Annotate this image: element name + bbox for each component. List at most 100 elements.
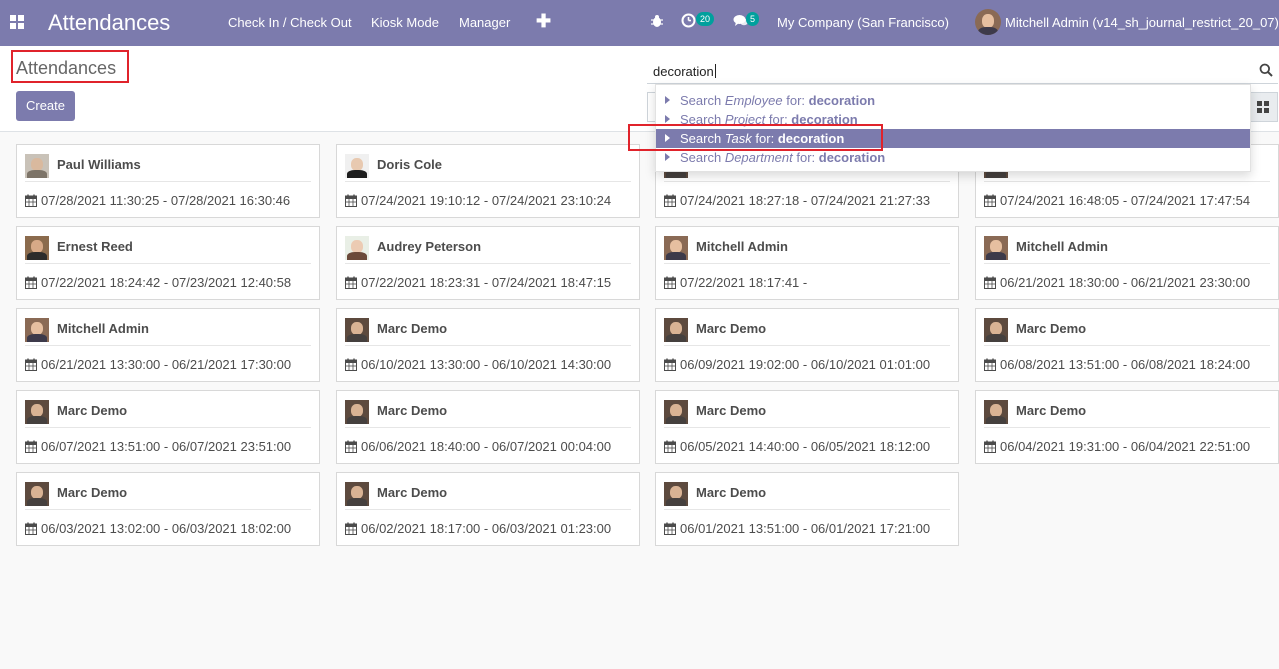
- attendance-card[interactable]: Marc Demo 06/08/2021 13:51:00 - 06/08/202…: [975, 308, 1279, 382]
- employee-name: Marc Demo: [696, 403, 767, 418]
- activity-count-badge: 20: [696, 12, 715, 26]
- menu-manager[interactable]: Manager: [459, 15, 510, 30]
- company-switcher[interactable]: My Company (San Francisco): [777, 15, 949, 30]
- employee-name: Mitchell Admin: [696, 239, 788, 254]
- user-menu[interactable]: Mitchell Admin (v14_sh_journal_restrict_…: [1005, 15, 1279, 30]
- title-highlight-box: [11, 50, 129, 83]
- calendar-icon: [345, 194, 357, 210]
- attendance-dates: 06/02/2021 18:17:00 - 06/03/2021 01:23:0…: [361, 521, 612, 536]
- employee-name: Mitchell Admin: [57, 321, 149, 336]
- calendar-icon: [345, 440, 357, 456]
- debug-bug-icon[interactable]: [650, 14, 664, 31]
- message-count-badge: 5: [746, 12, 760, 26]
- attendance-dates: 06/10/2021 13:30:00 - 06/10/2021 14:30:0…: [361, 357, 612, 372]
- card-divider: [345, 509, 631, 510]
- employee-name: Marc Demo: [57, 403, 128, 418]
- card-divider: [25, 427, 311, 428]
- card-divider: [345, 427, 631, 428]
- employee-avatar: [664, 400, 688, 424]
- calendar-icon: [345, 358, 357, 374]
- employee-avatar: [984, 400, 1008, 424]
- attendance-dates: 07/28/2021 11:30:25 - 07/28/2021 16:30:4…: [41, 193, 291, 208]
- attendance-dates: 06/08/2021 13:51:00 - 06/08/2021 18:24:0…: [1000, 357, 1251, 372]
- employee-name: Marc Demo: [696, 485, 767, 500]
- kanban-view-button[interactable]: [1248, 92, 1278, 122]
- card-divider: [984, 427, 1270, 428]
- employee-avatar: [345, 236, 369, 260]
- menu-check-in-out[interactable]: Check In / Check Out: [228, 15, 352, 30]
- calendar-icon: [664, 276, 676, 292]
- attendance-dates: 07/24/2021 19:10:12 - 07/24/2021 23:10:2…: [361, 193, 612, 208]
- expand-caret-icon[interactable]: [665, 153, 670, 161]
- filter-button[interactable]: [647, 92, 655, 122]
- employee-name: Ernest Reed: [57, 239, 133, 254]
- calendar-icon: [984, 194, 996, 210]
- user-avatar[interactable]: [975, 9, 1001, 35]
- employee-avatar: [25, 236, 49, 260]
- employee-name: Mitchell Admin: [1016, 239, 1108, 254]
- card-divider: [664, 427, 950, 428]
- search-icon[interactable]: [1259, 63, 1273, 80]
- create-button[interactable]: Create: [16, 91, 75, 121]
- employee-avatar: [664, 482, 688, 506]
- card-divider: [25, 345, 311, 346]
- card-divider: [25, 263, 311, 264]
- attendance-card[interactable]: Marc Demo 06/03/2021 13:02:00 - 06/03/202…: [16, 472, 320, 546]
- attendance-dates: 06/06/2021 18:40:00 - 06/07/2021 00:04:0…: [361, 439, 612, 454]
- expand-caret-icon[interactable]: [665, 115, 670, 123]
- employee-name: Paul Williams: [57, 157, 141, 172]
- activity-clock-icon[interactable]: [681, 13, 696, 31]
- add-menu-icon[interactable]: ✚: [536, 11, 551, 32]
- calendar-icon: [25, 194, 37, 210]
- card-divider: [25, 181, 311, 182]
- attendance-dates: 07/22/2021 18:23:31 - 07/24/2021 18:47:1…: [361, 275, 612, 290]
- attendance-card[interactable]: Marc Demo 06/06/2021 18:40:00 - 06/07/202…: [336, 390, 640, 464]
- attendance-card[interactable]: Marc Demo 06/09/2021 19:02:00 - 06/10/202…: [655, 308, 959, 382]
- calendar-icon: [25, 276, 37, 292]
- attendance-card[interactable]: Mitchell Admin 07/22/2021 18:17:41 -: [655, 226, 959, 300]
- calendar-icon: [984, 440, 996, 456]
- card-divider: [664, 263, 950, 264]
- attendance-dates: 07/24/2021 18:27:18 - 07/24/2021 21:27:3…: [680, 193, 931, 208]
- calendar-icon: [345, 522, 357, 538]
- autocomplete-item-employee[interactable]: Search Employee for: decoration: [656, 91, 1250, 110]
- attendance-dates: 06/21/2021 18:30:00 - 06/21/2021 23:30:0…: [1000, 275, 1251, 290]
- calendar-icon: [664, 440, 676, 456]
- employee-avatar: [345, 154, 369, 178]
- attendance-card[interactable]: Marc Demo 06/07/2021 13:51:00 - 06/07/202…: [16, 390, 320, 464]
- attendance-dates: 07/22/2021 18:17:41 -: [680, 275, 808, 290]
- employee-avatar: [664, 236, 688, 260]
- search-input-value: decoration: [653, 64, 714, 79]
- attendance-card[interactable]: Mitchell Admin 06/21/2021 18:30:00 - 06/2…: [975, 226, 1279, 300]
- card-divider: [25, 509, 311, 510]
- employee-name: Doris Cole: [377, 157, 443, 172]
- expand-caret-icon[interactable]: [665, 96, 670, 104]
- search-bar[interactable]: decoration: [647, 57, 1278, 84]
- employee-name: Marc Demo: [377, 485, 448, 500]
- card-divider: [345, 263, 631, 264]
- calendar-icon: [664, 194, 676, 210]
- attendance-card[interactable]: Audrey Peterson 07/22/2021 18:23:31 - 07/…: [336, 226, 640, 300]
- employee-avatar: [25, 482, 49, 506]
- attendance-dates: 07/22/2021 18:24:42 - 07/23/2021 12:40:5…: [41, 275, 292, 290]
- employee-name: Marc Demo: [1016, 321, 1087, 336]
- menu-kiosk-mode[interactable]: Kiosk Mode: [371, 15, 439, 30]
- task-option-highlight-box: [628, 124, 883, 151]
- attendance-card[interactable]: Marc Demo 06/04/2021 19:31:00 - 06/04/202…: [975, 390, 1279, 464]
- attendance-card[interactable]: Ernest Reed 07/22/2021 18:24:42 - 07/23/2…: [16, 226, 320, 300]
- employee-name: Marc Demo: [57, 485, 128, 500]
- calendar-icon: [345, 276, 357, 292]
- calendar-icon: [664, 522, 676, 538]
- card-divider: [664, 345, 950, 346]
- search-input[interactable]: decoration: [653, 64, 716, 79]
- attendance-card[interactable]: Marc Demo 06/01/2021 13:51:00 - 06/01/202…: [655, 472, 959, 546]
- attendance-card[interactable]: Doris Cole 07/24/2021 19:10:12 - 07/24/20…: [336, 144, 640, 218]
- attendance-card[interactable]: Marc Demo 06/02/2021 18:17:00 - 06/03/202…: [336, 472, 640, 546]
- attendance-card[interactable]: Paul Williams 07/28/2021 11:30:25 - 07/28…: [16, 144, 320, 218]
- attendance-card[interactable]: Marc Demo 06/10/2021 13:30:00 - 06/10/202…: [336, 308, 640, 382]
- attendance-dates: 06/05/2021 14:40:00 - 06/05/2021 18:12:0…: [680, 439, 931, 454]
- attendance-dates: 06/01/2021 13:51:00 - 06/01/2021 17:21:0…: [680, 521, 931, 536]
- app-menu-icon[interactable]: [10, 15, 24, 29]
- attendance-card[interactable]: Marc Demo 06/05/2021 14:40:00 - 06/05/202…: [655, 390, 959, 464]
- attendance-card[interactable]: Mitchell Admin 06/21/2021 13:30:00 - 06/2…: [16, 308, 320, 382]
